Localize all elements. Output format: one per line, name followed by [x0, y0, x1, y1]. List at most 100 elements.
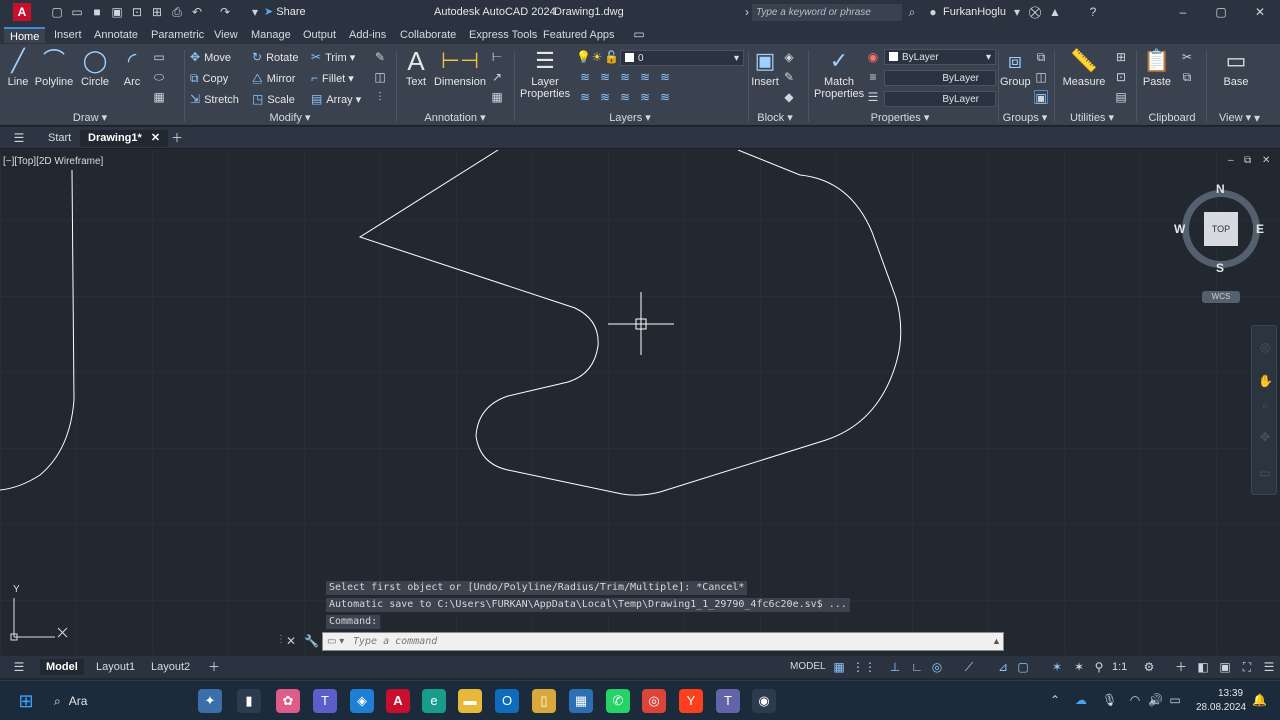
ortho-icon[interactable]: ⊥ — [888, 660, 902, 674]
group-button[interactable]: ⧈ Group — [1000, 48, 1031, 88]
customize-status-icon[interactable]: ☰ — [1262, 660, 1276, 674]
steering-wheel-icon[interactable]: ◎ — [1258, 340, 1272, 354]
vscode-icon[interactable]: ◈ — [350, 689, 374, 713]
line-button[interactable]: ╱ Line — [4, 48, 32, 88]
tab-home[interactable]: Home — [4, 27, 46, 43]
compass-w[interactable]: W — [1174, 222, 1185, 236]
erase-icon[interactable]: ✎ — [373, 50, 387, 64]
teams-icon[interactable]: T — [313, 689, 337, 713]
pan-icon[interactable]: ✋ — [1258, 374, 1273, 388]
taskbar-search[interactable]: ⌕ Ara — [50, 690, 190, 712]
modify-panel-title[interactable]: Modify ▾ — [260, 111, 320, 125]
layer-tool-icon[interactable]: ≋ — [618, 70, 632, 84]
rotate-button[interactable]: ↻ Rotate — [252, 49, 298, 65]
volume-icon[interactable]: 🔊 — [1148, 693, 1163, 707]
search-input[interactable]: Type a keyword or phrase — [752, 4, 902, 21]
notifications-bell-icon[interactable]: 🔔 — [1252, 693, 1267, 707]
compass-n[interactable]: N — [1216, 182, 1225, 196]
layer-on-icon[interactable]: 💡 — [576, 50, 591, 64]
close-icon[interactable]: ✕ — [1253, 5, 1267, 19]
show-hidden-icons[interactable]: ⌃ — [1048, 693, 1062, 707]
help-icon[interactable]: ? — [1086, 5, 1100, 19]
undo-icon[interactable]: ↶ — [190, 5, 204, 19]
layer-tool-icon[interactable]: ≋ — [578, 70, 592, 84]
command-customize-icon[interactable]: 🔧 — [304, 634, 319, 648]
compass-s[interactable]: S — [1216, 261, 1224, 275]
calculator-app-icon[interactable]: ▦ — [569, 689, 593, 713]
layout-menu-icon[interactable]: ☰ — [12, 660, 26, 674]
layer-unlock-icon[interactable]: 🔓 — [604, 50, 619, 64]
user-name[interactable]: FurkanHoglu — [943, 6, 1006, 18]
hardware-accel-icon[interactable]: ▣ — [1218, 660, 1232, 674]
edit-block-icon[interactable]: ✎ — [782, 70, 796, 84]
yandex-icon[interactable]: Y — [679, 689, 703, 713]
layer-tool-icon[interactable]: ≋ — [618, 90, 632, 104]
block-panel-title[interactable]: Block ▾ — [750, 111, 800, 125]
paste-button[interactable]: 📋 Paste — [1140, 48, 1174, 88]
quick-select-icon[interactable]: ⊞ — [1114, 50, 1128, 64]
command-input[interactable]: Type a command — [322, 632, 1004, 651]
snap-icon[interactable]: ⋮⋮ — [852, 660, 876, 674]
group-select-icon[interactable]: ▣ — [1034, 90, 1048, 105]
tab-output[interactable]: Output — [297, 27, 342, 43]
new-file-icon[interactable]: ▢ — [50, 5, 64, 19]
tab-express-tools[interactable]: Express Tools — [463, 27, 543, 43]
base-view-button[interactable]: ▭ Base — [1216, 48, 1256, 88]
edge-icon[interactable]: e — [422, 689, 446, 713]
text-button[interactable]: A Text — [402, 48, 430, 88]
lineweight-dropdown[interactable]: ByLayer — [884, 91, 996, 107]
fullscreen-icon[interactable]: ⛶ — [1240, 660, 1254, 674]
viewport-close-icon[interactable]: ✕ — [1262, 155, 1270, 166]
selection-cycling-icon[interactable]: ▢ — [1016, 660, 1030, 674]
battery-icon[interactable]: ▭ — [1168, 693, 1182, 707]
mirror-button[interactable]: ⧋ Mirror — [252, 70, 295, 86]
viewport-restore-icon[interactable]: ⧉ — [1244, 155, 1251, 166]
create-block-icon[interactable]: ◈ — [782, 50, 796, 64]
web-save-icon[interactable]: ⊞ — [150, 5, 164, 19]
circle-button[interactable]: ◯ Circle — [79, 48, 111, 88]
grid-icon[interactable]: ▦ — [832, 660, 846, 674]
command-close-icon[interactable]: ✕ — [286, 634, 296, 648]
measure-button[interactable]: 📏 Measure — [1060, 48, 1108, 88]
command-history-toggle-icon[interactable]: ▲ — [992, 636, 1001, 646]
annotation-scale-value[interactable]: 1:1 — [1112, 659, 1127, 675]
zoom-icon[interactable]: ⌕ — [1258, 398, 1272, 412]
search-icon[interactable]: ⌕ — [905, 5, 919, 19]
linear-dim-icon[interactable]: ⊢ — [490, 50, 504, 64]
annotation-visibility-icon[interactable]: ✶ — [1050, 660, 1064, 674]
ellipse-icon[interactable]: ⬭ — [152, 70, 166, 84]
layer-dropdown[interactable]: 0 ▾ — [620, 50, 744, 66]
match-properties-button[interactable]: ✓ Match Properties — [814, 48, 864, 100]
drawing-canvas[interactable]: Y [−][Top][2D Wireframe] – ⧉ ✕ TOP N S W… — [0, 150, 1280, 655]
tab-collaborate[interactable]: Collaborate — [394, 27, 462, 43]
viewport-minimize-icon[interactable]: – — [1228, 155, 1234, 166]
properties-panel-title[interactable]: Properties ▾ — [862, 111, 938, 125]
tab-annotate[interactable]: Annotate — [88, 27, 144, 43]
layer-tool-icon[interactable]: ≋ — [638, 90, 652, 104]
array-button[interactable]: ▤ Array ▾ — [311, 91, 361, 107]
ribbon-minimize-icon[interactable]: ▭ — [632, 27, 646, 41]
annotation-scale-icon[interactable]: ⚲ — [1092, 660, 1106, 674]
group-edit-icon[interactable]: ◫ — [1034, 70, 1048, 84]
viewport-controls-label[interactable]: [−][Top][2D Wireframe] — [3, 156, 103, 167]
tab-model[interactable]: Model — [40, 659, 84, 675]
wcs-menu[interactable]: WCS — [1202, 291, 1240, 303]
rectangle-icon[interactable]: ▭ — [152, 50, 166, 64]
tab-insert[interactable]: Insert — [48, 27, 88, 43]
onedrive-icon[interactable]: ☁ — [1074, 693, 1088, 707]
workspace-plus-icon[interactable]: ＋ — [1174, 660, 1188, 674]
select-all-icon[interactable]: ⊡ — [1114, 70, 1128, 84]
color-dropdown[interactable]: ByLayer ▾ — [884, 49, 996, 65]
clock-time[interactable]: 13:39 — [1218, 688, 1243, 699]
maximize-icon[interactable]: ▢ — [1214, 5, 1228, 19]
layer-tool-icon[interactable]: ≋ — [598, 70, 612, 84]
layer-thaw-icon[interactable]: ☀ — [590, 50, 604, 64]
task-view-icon[interactable]: ▮ — [237, 689, 261, 713]
user-icon[interactable]: ● — [926, 5, 940, 19]
close-tab-icon[interactable]: ✕ — [151, 132, 160, 144]
move-button[interactable]: ✥ Move — [190, 49, 231, 65]
web-open-icon[interactable]: ⊡ — [130, 5, 144, 19]
layer-tool-icon[interactable]: ≋ — [658, 90, 672, 104]
offset-icon[interactable]: ⫶ — [373, 90, 387, 104]
copy-button[interactable]: ⧉ Copy — [190, 70, 228, 86]
